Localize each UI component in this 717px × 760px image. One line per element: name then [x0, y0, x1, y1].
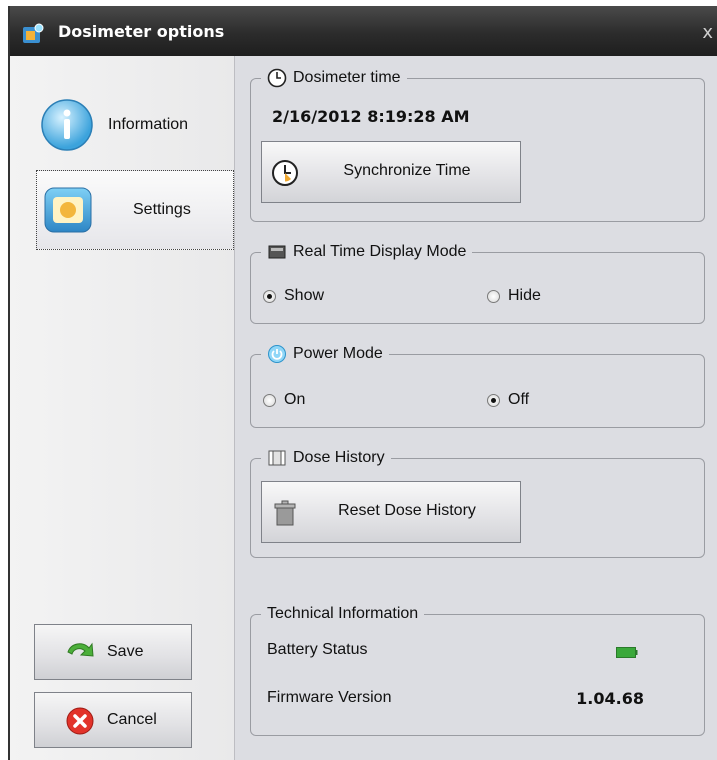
display-icon — [268, 245, 286, 259]
technical-info-group: Technical Information Battery Status Fir… — [250, 601, 705, 736]
dose-history-group: Dose History Reset Dose History — [250, 445, 705, 558]
battery-status-label: Battery Status — [267, 641, 368, 658]
dose-history-icon — [268, 450, 286, 466]
dosimeter-options-window: Dosimeter options x Information Settings — [8, 6, 717, 760]
title-bar: Dosimeter options x — [10, 6, 717, 56]
cancel-label: Cancel — [107, 711, 157, 728]
hide-radio-label: Hide — [508, 287, 541, 304]
save-button[interactable]: Save — [34, 624, 192, 680]
info-icon — [41, 99, 93, 151]
off-radio-dot — [487, 393, 500, 407]
window-title: Dosimeter options — [58, 22, 225, 41]
app-icon — [23, 23, 44, 43]
sidebar: Information Settings Save Cancel — [10, 56, 235, 760]
hide-radio[interactable]: Hide — [487, 287, 541, 305]
dosimeter-time-group: Dosimeter time 2/16/2012 8:19:28 AM Sync… — [250, 65, 705, 222]
synchronize-time-button[interactable]: Synchronize Time — [261, 141, 521, 203]
main-panel: Dosimeter time 2/16/2012 8:19:28 AM Sync… — [236, 56, 717, 760]
dosimeter-time-title: Dosimeter time — [293, 69, 401, 86]
settings-icon — [44, 187, 92, 233]
realtime-display-title: Real Time Display Mode — [293, 243, 467, 260]
dose-history-title: Dose History — [293, 449, 385, 466]
clock-icon — [267, 68, 287, 88]
dosimeter-time-value: 2/16/2012 8:19:28 AM — [272, 107, 470, 126]
show-radio-label: Show — [284, 287, 325, 304]
save-arrow-icon — [67, 642, 94, 657]
power-mode-group: Power Mode On Off — [250, 341, 705, 428]
sidebar-item-label: Settings — [133, 201, 191, 218]
on-radio-dot — [263, 393, 276, 407]
sidebar-item-label: Information — [108, 116, 189, 133]
hide-radio-dot — [487, 289, 500, 303]
cancel-icon — [66, 707, 94, 735]
off-radio[interactable]: Off — [487, 391, 529, 409]
technical-info-title: Technical Information — [267, 605, 419, 622]
synchronize-time-label: Synchronize Time — [343, 162, 471, 179]
firmware-version-label: Firmware Version — [267, 689, 392, 706]
on-radio[interactable]: On — [263, 391, 305, 409]
sidebar-item-settings[interactable]: Settings — [36, 170, 234, 250]
firmware-version-value: 1.04.68 — [576, 689, 644, 708]
on-radio-label: On — [284, 391, 306, 408]
sidebar-item-information[interactable]: Information — [36, 86, 234, 166]
save-label: Save — [107, 643, 144, 660]
reset-dose-history-label: Reset Dose History — [338, 502, 476, 519]
battery-icon — [616, 647, 638, 658]
show-radio[interactable]: Show — [263, 287, 324, 305]
realtime-display-group: Real Time Display Mode Show Hide — [250, 239, 705, 324]
close-button[interactable]: x — [702, 22, 713, 43]
cancel-button[interactable]: Cancel — [34, 692, 192, 748]
off-radio-label: Off — [508, 391, 530, 408]
power-mode-title: Power Mode — [293, 345, 383, 362]
power-icon — [268, 345, 286, 363]
show-radio-dot — [263, 289, 276, 303]
reset-dose-history-button[interactable]: Reset Dose History — [261, 481, 521, 543]
